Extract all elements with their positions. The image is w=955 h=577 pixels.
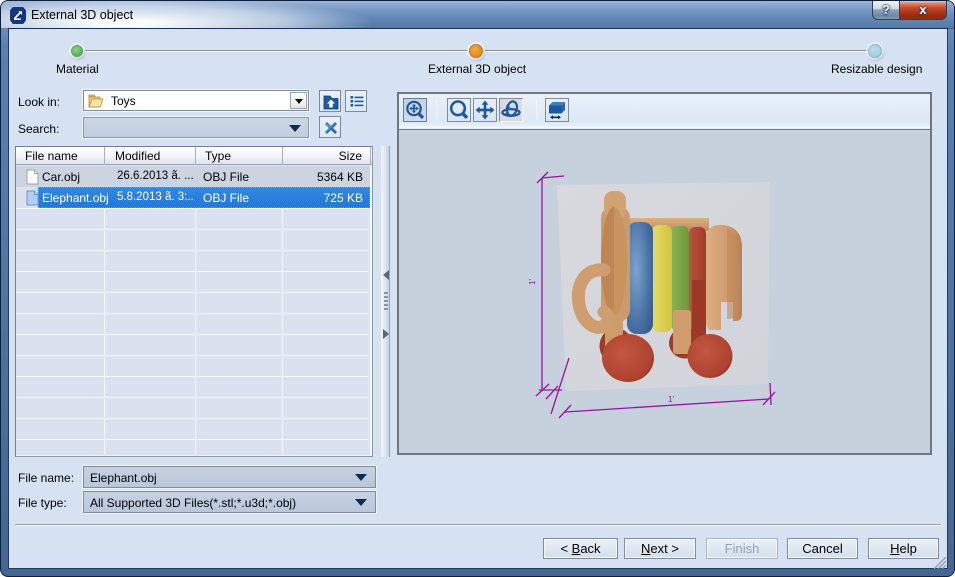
svg-text:1': 1' (528, 279, 537, 285)
svg-text:1': 1' (668, 395, 674, 404)
